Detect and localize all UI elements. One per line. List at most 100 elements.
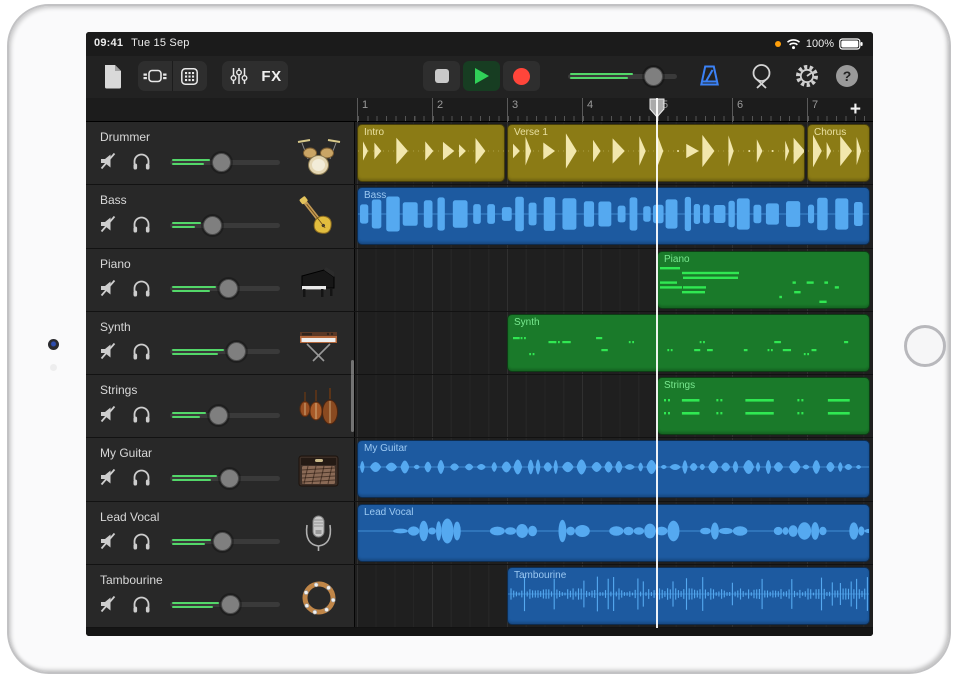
track-header-strings[interactable]: Strings — [86, 375, 355, 437]
mute-button[interactable] — [99, 531, 119, 553]
speaker-mute-icon — [99, 531, 119, 551]
monitor-button[interactable] — [132, 214, 152, 236]
headphones-icon — [132, 214, 151, 234]
track-volume-slider[interactable] — [170, 214, 280, 236]
track-row-drummer: Drummer IntroVerse 1Chorus — [86, 122, 873, 185]
region-bass[interactable]: Bass — [357, 187, 870, 245]
track-volume-fill — [172, 475, 217, 477]
region-strings[interactable]: Strings — [657, 377, 870, 435]
track-volume-knob[interactable] — [213, 532, 232, 551]
record-button[interactable] — [503, 61, 540, 91]
track-volume-slider[interactable] — [170, 151, 280, 173]
metronome-button[interactable] — [695, 60, 723, 92]
add-bars-button[interactable]: + — [850, 99, 861, 121]
track-header-my-guitar[interactable]: My Guitar — [86, 438, 355, 500]
track-header-tambourine[interactable]: Tambourine — [86, 565, 355, 627]
status-bar: 09:41Tue 15 Sep 100% — [86, 32, 873, 56]
monitor-button[interactable] — [132, 278, 152, 300]
my-songs-button[interactable] — [100, 60, 126, 92]
region-my-guitar[interactable]: My Guitar — [357, 440, 870, 498]
fx-button[interactable]: FX — [255, 61, 288, 91]
ruler-ticks — [433, 116, 507, 121]
grand-piano-image — [294, 257, 344, 305]
track-controls-button[interactable] — [222, 61, 255, 91]
ruler-ticks — [583, 116, 657, 121]
track-header-drummer[interactable]: Drummer — [86, 122, 355, 184]
track-volume-knob[interactable] — [203, 216, 222, 235]
ruler-bar-3[interactable]: 3 — [507, 98, 582, 122]
track-header-lead-vocal[interactable]: Lead Vocal — [86, 502, 355, 564]
track-volume-knob[interactable] — [209, 406, 228, 425]
status-time: 09:41 — [94, 37, 123, 49]
region-lead-vocal[interactable]: Lead Vocal — [357, 504, 870, 562]
monitor-button[interactable] — [132, 594, 152, 616]
mute-button[interactable] — [99, 214, 119, 236]
timeline-ruler[interactable]: 1234567 + — [86, 98, 873, 122]
mute-button[interactable] — [99, 151, 119, 173]
track-header-bass[interactable]: Bass — [86, 185, 355, 247]
ruler-bar-7[interactable]: 7 — [807, 98, 873, 122]
track-row-my-guitar: My Guitar My Guitar — [86, 438, 873, 501]
ruler-bar-4[interactable]: 4 — [582, 98, 657, 122]
region-chorus[interactable]: Chorus — [807, 124, 870, 182]
track-name: Synth — [100, 320, 131, 334]
track-volume-knob[interactable] — [212, 153, 231, 172]
scrollbar-hint[interactable] — [351, 360, 354, 432]
mute-button[interactable] — [99, 404, 119, 426]
mute-button[interactable] — [99, 594, 119, 616]
track-volume-slider[interactable] — [170, 341, 280, 363]
record-icon — [513, 68, 530, 85]
wifi-icon — [786, 38, 801, 50]
track-volume-slider[interactable] — [170, 531, 280, 553]
stop-button[interactable] — [423, 61, 460, 91]
mute-button[interactable] — [99, 341, 119, 363]
region-label: My Guitar — [364, 443, 407, 454]
ruler-bar-2[interactable]: 2 — [432, 98, 507, 122]
ruler-bar-5[interactable]: 5 — [657, 98, 732, 122]
track-header-synth[interactable]: Synth — [86, 312, 355, 374]
page: 09:41Tue 15 Sep 100% — [0, 0, 958, 678]
region-intro[interactable]: Intro — [357, 124, 505, 182]
track-row-tambourine: Tambourine Tambourine — [86, 565, 873, 628]
track-header-piano[interactable]: Piano — [86, 249, 355, 311]
track-volume-slider[interactable] — [170, 404, 280, 426]
monitor-button[interactable] — [132, 341, 152, 363]
monitor-button[interactable] — [132, 531, 152, 553]
settings-button[interactable] — [793, 60, 821, 92]
tracks-area: Drummer IntroVerse 1ChorusBass BassPiano… — [86, 122, 873, 628]
mute-button[interactable] — [99, 278, 119, 300]
track-lane: Lead Vocal — [355, 502, 873, 564]
track-volume-slider[interactable] — [170, 594, 280, 616]
track-row-lead-vocal: Lead Vocal Lead Vocal — [86, 502, 873, 565]
home-button[interactable] — [904, 325, 946, 367]
master-volume-slider[interactable] — [568, 61, 677, 91]
tracks-view-button[interactable] — [138, 61, 172, 91]
track-volume-knob[interactable] — [221, 595, 240, 614]
help-button[interactable]: ? — [834, 60, 860, 92]
ruler-bar-6[interactable]: 6 — [732, 98, 807, 122]
master-volume-knob[interactable] — [644, 67, 663, 86]
fx-label: FX — [261, 68, 281, 85]
region-piano[interactable]: Piano — [657, 251, 870, 309]
ruler-bar-number: 7 — [812, 99, 818, 111]
track-volume-slider[interactable] — [170, 278, 280, 300]
mute-button[interactable] — [99, 467, 119, 489]
play-button[interactable] — [463, 61, 500, 91]
loop-browser-button[interactable] — [747, 60, 775, 92]
monitor-button[interactable] — [132, 151, 152, 173]
track-volume-knob[interactable] — [227, 342, 246, 361]
speaker-mute-icon — [99, 404, 119, 424]
document-icon — [103, 64, 123, 89]
region-synth[interactable]: Synth — [507, 314, 870, 372]
live-loops-grid-button[interactable] — [173, 61, 207, 91]
monitor-button[interactable] — [132, 467, 152, 489]
track-volume-knob[interactable] — [219, 279, 238, 298]
region-verse-1[interactable]: Verse 1 — [507, 124, 805, 182]
ruler-bar-1[interactable]: 1 — [357, 98, 432, 122]
track-volume-knob[interactable] — [220, 469, 239, 488]
track-volume-slider[interactable] — [170, 467, 280, 489]
region-tambourine[interactable]: Tambourine — [507, 567, 870, 625]
monitor-button[interactable] — [132, 404, 152, 426]
track-name: Bass — [100, 193, 127, 207]
toolbar: FX — [86, 56, 873, 98]
